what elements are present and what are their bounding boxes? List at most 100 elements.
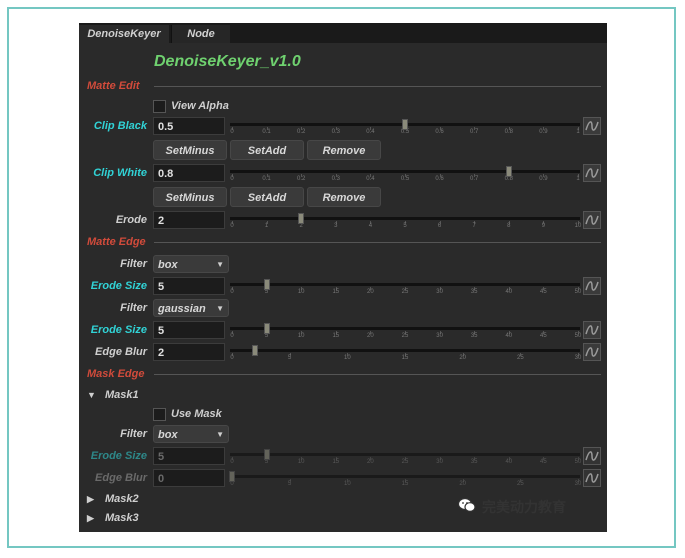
erode-size-curve-button[interactable]: [583, 321, 601, 339]
expand-right-icon[interactable]: ▶: [87, 494, 94, 505]
clip-white-curve-button[interactable]: [583, 164, 601, 182]
slider-tick-label: 25: [516, 481, 524, 487]
slider-tick-label: 8: [507, 223, 511, 229]
slider-tick-label: 0.2: [297, 129, 306, 135]
slider-tick-label: 0.9: [539, 129, 548, 135]
section-matte-edge: Matte Edge: [87, 236, 146, 248]
slider-handle[interactable]: [505, 166, 512, 177]
slider-tick-label: 35: [470, 333, 478, 339]
erode-size-label: Erode Size: [90, 450, 147, 462]
clip-black-input[interactable]: 0.5: [153, 117, 225, 135]
slider-handle[interactable]: [263, 279, 270, 290]
slider-tick-label: 20: [459, 355, 466, 361]
use-mask-checkbox[interactable]: [153, 408, 166, 421]
expand-right-icon[interactable]: ▶: [87, 513, 94, 524]
slider-tick-label: 1: [576, 176, 580, 182]
slider-tick-label: 20: [367, 333, 374, 339]
erode-size-curve-button[interactable]: [583, 277, 601, 295]
slider-tick-label: 15: [332, 459, 340, 465]
mask1-group-label[interactable]: Mask1: [105, 389, 139, 401]
mask2-group-label[interactable]: Mask2: [105, 493, 139, 505]
erode-size-slider[interactable]: 0 5 10 15 20 25 30 35 40 45 50: [230, 277, 581, 295]
curve-icon: [585, 281, 599, 291]
slider-track[interactable]: [230, 170, 580, 173]
erode-slider[interactable]: 0 1 2 3 4 5 6 7 8 9 10: [230, 211, 581, 229]
slider-tick-label: 0.6: [435, 129, 444, 135]
edge-blur-input[interactable]: 0: [153, 469, 225, 487]
curve-icon: [585, 451, 599, 461]
curve-icon: [585, 325, 599, 335]
slider-tick-label: 0.8: [504, 129, 513, 135]
slider-track[interactable]: [230, 327, 580, 330]
section-divider: [154, 242, 601, 243]
clip-white-label: Clip White: [93, 167, 147, 179]
edge-blur-curve-button[interactable]: [583, 469, 601, 487]
slider-tick-label: 1: [264, 223, 269, 229]
erode-size-input[interactable]: 5: [153, 277, 225, 295]
clip-black-slider[interactable]: 0 0.1 0.2 0.3 0.4 0.5 0.6 0.7 0.8 0.9 1: [230, 117, 580, 135]
clip-white-setadd-button[interactable]: SetAdd: [230, 187, 304, 207]
clip-black-curve-button[interactable]: [583, 117, 601, 135]
edge-blur-curve-button[interactable]: [583, 343, 601, 361]
slider-track[interactable]: [230, 349, 580, 352]
tab-bar: DenoiseKeyer Node: [79, 23, 607, 43]
tab-denoisekeyer[interactable]: DenoiseKeyer: [79, 25, 169, 43]
filter-dropdown[interactable]: box ▼: [153, 425, 229, 443]
clip-white-setminus-button[interactable]: SetMinus: [153, 187, 227, 207]
erode-size-input[interactable]: 5: [153, 447, 225, 465]
slider-handle[interactable]: [402, 119, 408, 130]
erode-size-input[interactable]: 5: [153, 321, 225, 339]
slider-handle[interactable]: [229, 471, 235, 482]
slider-tick-label: 15: [332, 289, 340, 295]
slider-handle[interactable]: [298, 213, 305, 224]
slider-handle[interactable]: [263, 449, 270, 460]
erode-size-slider[interactable]: 0 5 10 15 20 25 30 35 40 45 50: [230, 321, 581, 339]
clip-white-remove-button[interactable]: Remove: [307, 187, 381, 207]
filter-label: Filter: [120, 258, 147, 270]
slider-tick-label: 40: [505, 289, 513, 295]
slider-tick-label: 5: [403, 223, 407, 229]
slider-handle[interactable]: [263, 323, 270, 334]
clip-black-setadd-button[interactable]: SetAdd: [230, 140, 304, 160]
slider-tick-label: 0.4: [366, 176, 375, 182]
filter-dropdown[interactable]: gaussian ▼: [153, 299, 229, 317]
expand-down-icon[interactable]: ▼: [87, 390, 96, 400]
filter-dropdown[interactable]: box ▼: [153, 255, 229, 273]
slider-tick-label: 30: [436, 459, 443, 465]
edge-blur-input[interactable]: 2: [153, 343, 225, 361]
slider-tick-label: 20: [367, 459, 374, 465]
slider-track[interactable]: [230, 283, 580, 286]
slider-track[interactable]: [230, 453, 580, 456]
mask3-group-label[interactable]: Mask3: [105, 512, 139, 524]
slider-tick-label: 10: [343, 481, 351, 487]
slider-handle[interactable]: [252, 345, 259, 356]
slider-tick-label: 5: [287, 355, 292, 361]
clip-white-slider[interactable]: 0 0.1 0.2 0.3 0.4 0.5 0.6 0.7 0.8 0.9 1: [230, 164, 580, 182]
edge-blur-slider[interactable]: 0 5 10 15 20 25 30: [230, 343, 581, 361]
slider-tick-label: 50: [574, 459, 582, 465]
slider-tick-label: 15: [401, 355, 409, 361]
filter-value: gaussian: [158, 303, 206, 315]
clip-black-setminus-button[interactable]: SetMinus: [153, 140, 227, 160]
slider-track[interactable]: [230, 475, 580, 478]
clip-black-remove-button[interactable]: Remove: [307, 140, 381, 160]
view-alpha-label: View Alpha: [171, 100, 229, 112]
slider-tick-label: 0: [230, 459, 234, 465]
slider-tick-label: 25: [516, 355, 524, 361]
tab-node[interactable]: Node: [171, 25, 230, 43]
slider-track[interactable]: [230, 217, 580, 220]
erode-size-curve-button[interactable]: [583, 447, 601, 465]
erode-input[interactable]: 2: [153, 211, 225, 229]
erode-size-label: Erode Size: [90, 280, 147, 292]
clip-white-input[interactable]: 0.8: [153, 164, 225, 182]
view-alpha-checkbox[interactable]: [153, 100, 166, 113]
use-mask-label: Use Mask: [171, 408, 222, 420]
slider-tick-label: 35: [470, 459, 478, 465]
erode-curve-button[interactable]: [583, 211, 601, 229]
edge-blur-label: Edge Blur: [95, 472, 147, 484]
slider-tick-label: 0.7: [470, 129, 479, 135]
node-title: DenoiseKeyer_v1.0: [154, 53, 301, 70]
erode-size-label: Erode Size: [90, 324, 147, 336]
edge-blur-slider[interactable]: 0 5 10 15 20 25 30: [229, 469, 581, 487]
erode-size-slider[interactable]: 0 5 10 15 20 25 30 35 40 45 50: [230, 447, 582, 465]
